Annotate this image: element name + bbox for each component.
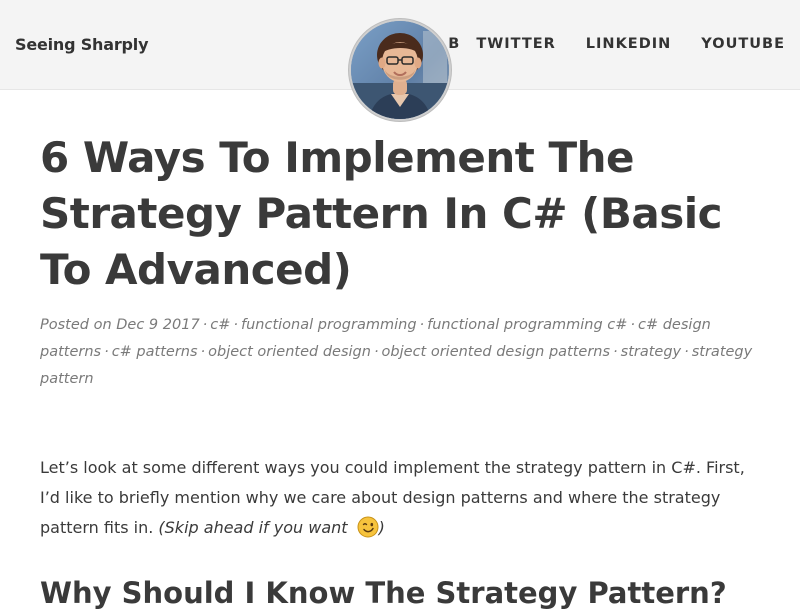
tag-link[interactable]: object oriented design xyxy=(208,344,371,360)
nav-item-youtube[interactable]: YOUTUBE xyxy=(701,36,785,52)
lead-text: Let’s look at some different ways you co… xyxy=(40,458,745,537)
nav-item-twitter[interactable]: TWITTER xyxy=(476,36,555,52)
author-avatar[interactable] xyxy=(349,19,451,121)
tag-link[interactable]: functional programming xyxy=(241,317,417,333)
meta-separator: · xyxy=(419,317,425,333)
nav-item-linkedin[interactable]: LINKEDIN xyxy=(586,36,671,52)
meta-separator: · xyxy=(684,344,689,360)
meta-separator: · xyxy=(233,317,239,333)
tag-link[interactable]: functional programming c# xyxy=(427,317,627,333)
section-heading: Why Should I Know The Strategy Pattern? xyxy=(40,576,727,610)
meta-separator: · xyxy=(202,317,208,333)
article-lead: Let’s look at some different ways you co… xyxy=(40,453,760,543)
wink-emoji-icon xyxy=(357,516,379,538)
site-brand-link[interactable]: Seeing Sharply xyxy=(15,35,148,54)
post-meta: Posted on Dec 9 2017 · c# · functional progr… xyxy=(40,312,760,393)
meta-separator: · xyxy=(613,344,618,360)
post-date: Posted on Dec 9 2017 xyxy=(40,317,200,333)
top-nav: B TWITTER LINKEDIN YOUTUBE xyxy=(448,36,785,52)
skip-ahead-link[interactable]: (Skip ahead if you want xyxy=(158,518,347,537)
tag-link[interactable]: strategy xyxy=(621,344,681,360)
author-portrait-icon xyxy=(351,21,449,119)
tag-link[interactable]: c# patterns xyxy=(112,344,198,360)
meta-separator: · xyxy=(104,344,109,360)
article: 6 Ways To Implement The Strategy Pattern… xyxy=(40,130,760,613)
skip-ahead-close: ) xyxy=(378,518,385,537)
meta-separator: · xyxy=(200,344,206,360)
meta-separator: · xyxy=(630,317,635,333)
tag-link[interactable]: c# xyxy=(210,317,230,333)
meta-separator: · xyxy=(373,344,379,360)
nav-item-partial[interactable]: B xyxy=(448,36,460,52)
article-title: 6 Ways To Implement The Strategy Pattern… xyxy=(40,133,723,294)
tag-link[interactable]: object oriented design patterns xyxy=(382,344,610,360)
